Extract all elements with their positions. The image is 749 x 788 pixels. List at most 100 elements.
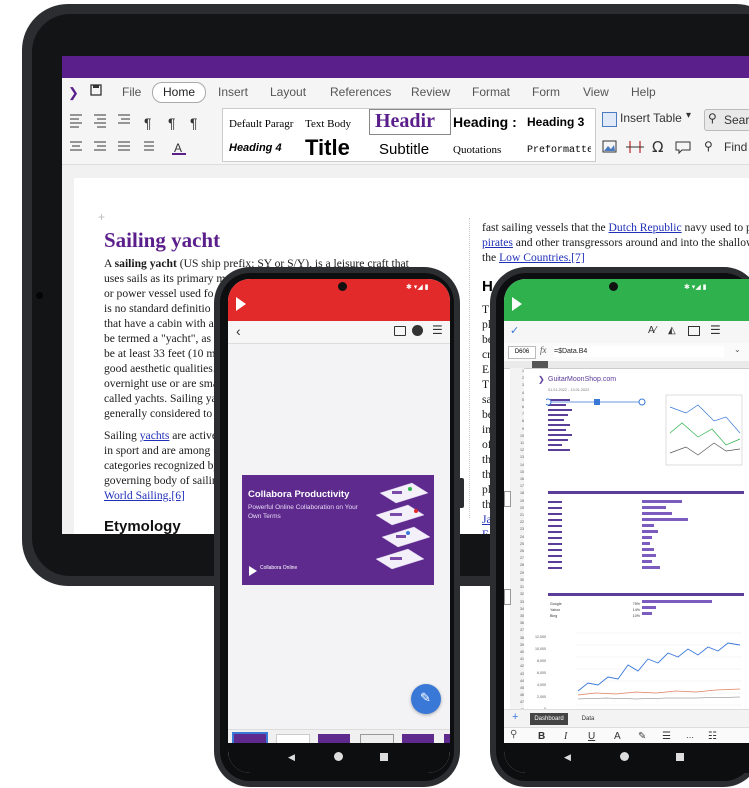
underline-button[interactable]: U [588,731,595,742]
row-number[interactable]: 47 [510,699,524,706]
tab-dashboard[interactable]: Dashboard [530,713,568,725]
row-number[interactable]: 42 [510,663,524,670]
recents-icon[interactable] [380,753,388,761]
row-number[interactable]: 3 [510,382,524,389]
menu-home[interactable]: Home [152,82,206,103]
back-icon[interactable]: ◀ [564,752,571,763]
style-preformatted[interactable]: Preformatted [527,145,591,156]
menu-file[interactable]: File [122,85,141,99]
find-button[interactable]: Find [724,140,747,154]
row-number[interactable]: 40 [510,649,524,656]
style-subtitle[interactable]: Subtitle [379,141,429,158]
row-number[interactable]: 30 [510,577,524,584]
row-number[interactable]: 35 [510,613,524,620]
spreadsheet-grid[interactable]: 1 2 3 4 5 6 7 8 9 10 11 12 13 14 15 16 17 18 19 20 21 22 23 24 2… [504,361,749,721]
row-number[interactable]: 20 [510,505,524,512]
row-number[interactable]: 27 [510,555,524,562]
menu-format[interactable]: Format [472,85,510,99]
style-quotations[interactable]: Quotations [453,144,501,156]
italic-button[interactable]: I [564,731,567,742]
row-number[interactable]: 15 [510,469,524,476]
back-icon[interactable]: ◀ [288,752,295,763]
row-number[interactable]: 10 [510,433,524,440]
chevron-down-icon[interactable]: ⌄ [734,345,741,354]
style-title[interactable]: Title [305,135,350,161]
checkmark-icon[interactable]: ✓ [510,324,519,337]
menu-form[interactable]: Form [532,85,560,99]
row-number[interactable]: 11 [510,440,524,447]
row-number[interactable]: 16 [510,476,524,483]
back-arrow-icon[interactable]: ‹ [236,323,241,339]
present-icon[interactable] [412,325,423,336]
row-number[interactable]: 6 [510,404,524,411]
row-number[interactable]: 12 [510,447,524,454]
row-number[interactable]: 7 [510,411,524,418]
insert-table-button[interactable]: Insert Table [620,111,682,125]
row-number[interactable]: 39 [510,642,524,649]
highlight-icon[interactable]: ✎ [638,731,646,742]
row-number[interactable]: 23 [510,526,524,533]
row-number[interactable]: 21 [510,512,524,519]
paragraph-icons[interactable]: ¶ ¶ ¶ A [68,112,216,158]
bullets-icon[interactable]: ⋯ [686,733,694,742]
row-number[interactable]: 37 [510,627,524,634]
row-number[interactable]: 19 [510,498,524,505]
row-number[interactable]: 46 [510,692,524,699]
indent-icon[interactable]: ☷ [708,731,717,742]
menu-review[interactable]: Review [411,85,450,99]
row-number[interactable]: 44 [510,678,524,685]
align-icon[interactable]: ☰ [662,731,671,742]
menu-references[interactable]: References [330,85,391,99]
menu-view[interactable]: View [583,85,609,99]
style-default-paragraph[interactable]: Default Paragr [229,118,297,130]
row-number[interactable]: 45 [510,685,524,692]
row-number[interactable]: 33 [510,599,524,606]
group-collapse-button-2[interactable] [504,589,511,605]
menu-icon[interactable]: ☰ [432,323,443,337]
row-number[interactable]: 26 [510,548,524,555]
style-heading-2[interactable]: Heading : [453,114,521,130]
menu-help[interactable]: Help [631,85,656,99]
row-number[interactable]: 22 [510,519,524,526]
style-heading-4[interactable]: Heading 4 [229,142,282,154]
cell-reference-box[interactable]: D606 [508,346,536,359]
function-icon[interactable]: fx [540,345,547,355]
table-icon[interactable] [602,112,617,127]
comment-icon[interactable] [688,326,700,336]
fill-icon[interactable]: ◭ [668,325,676,336]
row-number[interactable]: 2 [510,375,524,382]
chevron-down-icon[interactable]: ▾ [686,110,691,121]
row-number[interactable]: 25 [510,541,524,548]
home-icon[interactable] [620,752,629,761]
menu-icon[interactable]: ☰ [710,323,721,337]
row-number[interactable]: 5 [510,397,524,404]
row-number[interactable]: 8 [510,418,524,425]
formula-input[interactable]: =$Data.B4 [554,346,724,357]
row-number[interactable]: 32 [510,591,524,598]
row-number[interactable]: 28 [510,562,524,569]
row-number[interactable]: 18 [510,490,524,497]
insert-icons[interactable]: Ω [602,139,712,155]
tab-data[interactable]: Data [576,713,600,725]
row-number[interactable]: 1 [510,368,524,375]
menu-insert[interactable]: Insert [218,85,248,99]
search-icon[interactable]: ⚲ [510,729,517,740]
row-number[interactable]: 17 [510,483,524,490]
comment-icon[interactable] [394,326,406,336]
style-heading-3[interactable]: Heading 3 [527,115,584,129]
recents-icon[interactable] [676,753,684,761]
home-icon[interactable] [334,752,343,761]
row-number[interactable]: 34 [510,606,524,613]
row-number[interactable]: 4 [510,390,524,397]
bold-button[interactable]: B [538,731,545,742]
row-number[interactable]: 43 [510,671,524,678]
font-color-button[interactable]: A [614,731,621,742]
style-text-body[interactable]: Text Body [305,118,351,130]
save-icon[interactable] [90,84,102,99]
font-icon[interactable]: A⁄ [648,325,656,336]
row-number[interactable]: 24 [510,534,524,541]
row-number[interactable]: 31 [510,584,524,591]
slide[interactable]: Collabora Productivity Powerful Online C… [242,475,434,585]
row-number[interactable]: 36 [510,620,524,627]
row-number[interactable]: 38 [510,635,524,642]
